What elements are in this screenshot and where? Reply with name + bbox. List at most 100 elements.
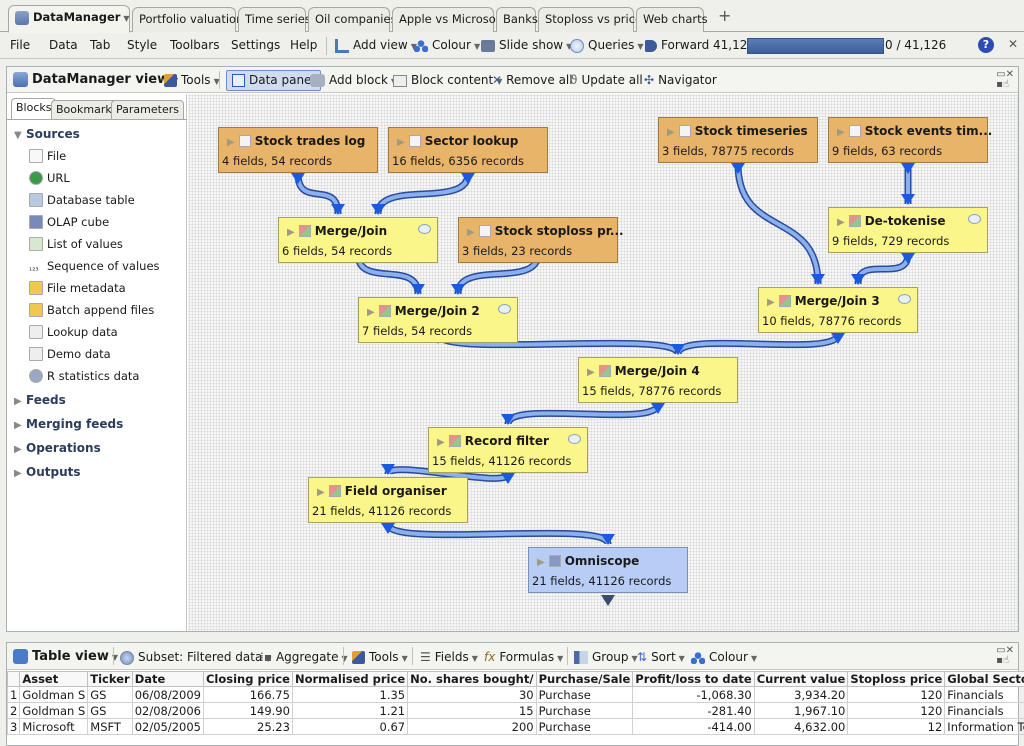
- table-cell[interactable]: 4,632.00: [753, 718, 849, 735]
- table-cell[interactable]: 0.67: [291, 718, 409, 735]
- workflow-block[interactable]: ▶ Merge/Join 6 fields, 54 records: [278, 217, 438, 263]
- workflow-block[interactable]: ▶ Stock events tim... 9 fields, 63 records: [828, 117, 992, 163]
- table-cell[interactable]: Goldman S: [19, 686, 89, 703]
- connector-arrow-icon[interactable]: [291, 173, 305, 184]
- subset-button[interactable]: Subset: Filtered data ▼: [120, 650, 272, 665]
- table-cell[interactable]: 120: [847, 686, 946, 703]
- link-connector[interactable]: [506, 403, 660, 425]
- window-controls[interactable]: ▭✕ ▪☝: [996, 70, 1014, 90]
- tree-item-batch-append-files[interactable]: Batch append files: [29, 303, 154, 317]
- tab-blocks[interactable]: Blocks: [11, 98, 57, 120]
- table-cell[interactable]: 2: [6, 702, 21, 719]
- tree-item-list-of-values[interactable]: List of values: [29, 237, 123, 251]
- tree-item-r-statistics-data[interactable]: R statistics data: [29, 369, 139, 383]
- menu-file[interactable]: File: [10, 38, 30, 52]
- table-cell[interactable]: 166.75: [202, 686, 293, 703]
- comment-icon[interactable]: [968, 214, 981, 224]
- workflow-block[interactable]: ▶ Stock trades log 4 fields, 54 records: [218, 127, 378, 173]
- column-header[interactable]: Current value: [753, 671, 849, 687]
- hand-icon[interactable]: ☝: [1003, 655, 1009, 666]
- tree-item-lookup-data[interactable]: Lookup data: [29, 325, 118, 339]
- table-cell[interactable]: 1,967.10: [753, 702, 849, 719]
- link-connector[interactable]: [376, 173, 470, 215]
- table-cell[interactable]: -1,068.30: [632, 686, 755, 703]
- help-button[interactable]: ?: [978, 37, 994, 53]
- link-connector[interactable]: [386, 523, 610, 545]
- link-connector[interactable]: [736, 163, 820, 285]
- restore-icon[interactable]: ▪: [996, 655, 1003, 666]
- menu-settings[interactable]: Settings: [231, 38, 280, 52]
- play-triangle-icon[interactable]: ▶: [667, 127, 675, 138]
- connector-arrow-icon[interactable]: [851, 274, 865, 285]
- aggregate-button[interactable]: ⁞▪ Aggregate ▼: [260, 650, 348, 664]
- table-cell[interactable]: Purchase: [535, 686, 634, 703]
- tree-item-olap-cube[interactable]: OLAP cube: [29, 215, 109, 229]
- tree-group-merging-feeds[interactable]: ▶ Merging feeds: [14, 417, 123, 431]
- connector-arrow-icon[interactable]: [331, 204, 345, 215]
- table-row[interactable]: 3 Microsoft MSFT 02/05/2005 25.23 0.67 200 Purc…: [6, 718, 1024, 735]
- tab-datamanager[interactable]: DataManager ▼: [8, 5, 130, 33]
- output-arrow-icon[interactable]: [601, 595, 615, 606]
- remove-all-button[interactable]: ✕ Remove all: [492, 73, 573, 87]
- tab-time-series[interactable]: Time series: [238, 7, 311, 32]
- table-view-title-button[interactable]: Table view ▼: [13, 649, 118, 664]
- tree-group-operations[interactable]: ▶ Operations: [14, 441, 101, 455]
- formulas-button[interactable]: fx Formulas ▼: [484, 650, 563, 664]
- tools-button[interactable]: Tools ▼: [164, 73, 220, 87]
- column-header[interactable]: Purchase/Sale: [535, 671, 634, 687]
- play-triangle-icon[interactable]: ▶: [397, 137, 405, 148]
- column-header[interactable]: Global Sector: [944, 671, 1024, 687]
- workflow-block[interactable]: ▶ Merge/Join 4 15 fields, 78776 records: [578, 357, 738, 403]
- menu-tab[interactable]: Tab: [90, 38, 110, 52]
- column-header[interactable]: Stoploss price: [847, 671, 946, 687]
- sort-button[interactable]: ⇅ Sort ▼: [637, 650, 685, 664]
- comment-icon[interactable]: [418, 224, 431, 234]
- column-header[interactable]: Ticker: [87, 671, 133, 687]
- tree-item-url[interactable]: URL: [29, 171, 70, 185]
- connector-arrow-icon[interactable]: [411, 284, 425, 295]
- play-triangle-icon[interactable]: ▶: [287, 227, 295, 238]
- table-cell[interactable]: -414.00: [632, 718, 755, 735]
- table-cell[interactable]: GS: [87, 702, 133, 719]
- tree-group-outputs[interactable]: ▶ Outputs: [14, 465, 81, 479]
- table-cell[interactable]: 120: [847, 702, 946, 719]
- play-triangle-icon[interactable]: ▶: [437, 437, 445, 448]
- menu-style[interactable]: Style: [127, 38, 157, 52]
- workflow-block[interactable]: ▶ Omniscope 21 fields, 41126 records: [528, 547, 688, 593]
- column-header[interactable]: [6, 671, 21, 687]
- group-button[interactable]: Group ▼: [574, 650, 638, 664]
- tab-parameters[interactable]: Parameters: [111, 100, 184, 119]
- connector-arrow-icon[interactable]: [451, 284, 465, 295]
- connector-arrow-icon[interactable]: [371, 204, 385, 215]
- column-header[interactable]: Closing price: [202, 671, 293, 687]
- tab-apple-vs-microsoft[interactable]: Apple vs Microsoft: [392, 7, 504, 32]
- workflow-block[interactable]: ▶ De-tokenise 9 fields, 729 records: [828, 207, 988, 253]
- table-cell[interactable]: 1: [6, 686, 21, 703]
- workflow-block[interactable]: ▶ Record filter 15 fields, 41126 records: [428, 427, 588, 473]
- workflow-block[interactable]: ▶ Sector lookup 16 fields, 6356 records: [388, 127, 548, 173]
- play-triangle-icon[interactable]: ▶: [367, 307, 375, 318]
- workflow-block[interactable]: ▶ Stock timeseries 3 fields, 78775 records: [658, 117, 818, 163]
- tab-web-charts[interactable]: Web charts: [636, 7, 708, 32]
- connector-arrow-icon[interactable]: [901, 194, 915, 205]
- table-colour-button[interactable]: Colour ▼: [691, 650, 757, 664]
- table-cell[interactable]: Purchase: [535, 702, 634, 719]
- table-cell[interactable]: 1.35: [291, 686, 409, 703]
- workflow-block[interactable]: ▶ Merge/Join 3 10 fields, 78776 records: [758, 287, 918, 333]
- play-triangle-icon[interactable]: ▶: [587, 367, 595, 378]
- tree-item-demo-data[interactable]: Demo data: [29, 347, 111, 361]
- colour-button[interactable]: Colour ▼: [414, 38, 480, 52]
- table-cell[interactable]: 06/08/2009: [131, 686, 204, 703]
- add-view-button[interactable]: Add view▼: [335, 38, 417, 53]
- table-cell[interactable]: 3,934.20: [753, 686, 849, 703]
- update-all-button[interactable]: ϑ Update all: [570, 73, 643, 87]
- play-triangle-icon[interactable]: ▶: [837, 127, 845, 138]
- tree-item-sequence-of-values[interactable]: ¹²³ Sequence of values: [29, 259, 160, 280]
- comment-icon[interactable]: [898, 294, 911, 304]
- table-cell[interactable]: Financials: [944, 686, 1024, 703]
- play-triangle-icon[interactable]: ▶: [837, 217, 845, 228]
- table-cell[interactable]: 02/05/2005: [131, 718, 204, 735]
- table-cell[interactable]: Goldman S: [19, 702, 89, 719]
- play-triangle-icon[interactable]: ▶: [537, 557, 545, 568]
- column-header[interactable]: Date: [131, 671, 204, 687]
